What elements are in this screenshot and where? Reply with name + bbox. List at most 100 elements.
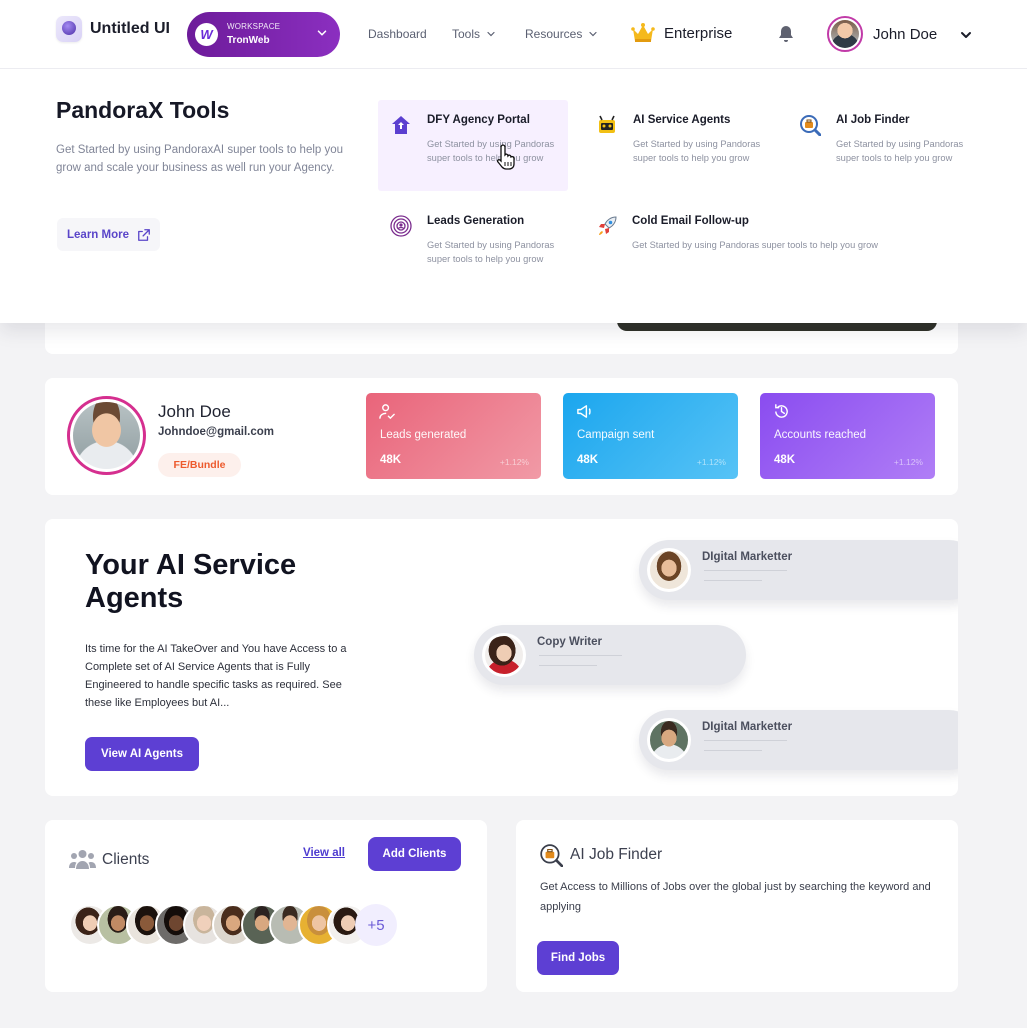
ai-agents-card: Your AI Service Agents Its time for the … xyxy=(45,519,958,796)
app-logo[interactable]: Untitled UI xyxy=(56,16,170,42)
stat-value: 48K xyxy=(577,454,599,466)
profile-name: John Doe xyxy=(158,402,231,421)
agent-avatar xyxy=(647,548,691,592)
agents-description: Its time for the AI TakeOver and You hav… xyxy=(85,643,347,709)
agent-name: DIgital Marketter xyxy=(702,551,793,563)
agent-name: DIgital Marketter xyxy=(702,721,793,733)
stat-label: Leads generated xyxy=(380,429,467,441)
stat-value: 48K xyxy=(774,454,796,466)
job-finder-description: Get Access to Millions of Jobs over the … xyxy=(540,881,931,913)
rocket-icon xyxy=(599,216,617,235)
tool-description: Get Started by using Pandoras super tool… xyxy=(427,240,555,264)
agent-avatar xyxy=(647,718,691,762)
stat-value: 48K xyxy=(380,454,402,466)
user-name: John Doe xyxy=(873,25,938,43)
chevron-down-icon[interactable] xyxy=(958,27,974,43)
workspace-caption: WORKSPACE xyxy=(227,22,281,31)
workspace-name: TronWeb xyxy=(227,35,270,46)
tool-title: AI Job Finder xyxy=(836,114,910,126)
chevron-down-icon xyxy=(487,31,495,37)
nav-tools-label: Tools xyxy=(452,27,481,41)
learn-more-label: Learn More xyxy=(67,228,129,241)
agent-placeholder-line xyxy=(704,750,762,751)
clients-card: Clients View all Add Clients +5 xyxy=(45,820,487,992)
tool-cold-email-follow-up[interactable]: Cold Email Follow-up Get Started by usin… xyxy=(584,201,904,261)
nav-dashboard-label: Dashboard xyxy=(368,27,427,41)
stat-leads-generated: Leads generated 48K +1.12% xyxy=(366,393,541,479)
find-jobs-button[interactable]: Find Jobs xyxy=(537,941,619,975)
mega-menu-title: PandoraX Tools xyxy=(56,97,230,123)
tool-leads-generation[interactable]: Leads Generation Get Started by using Pa… xyxy=(378,201,568,292)
agent-card-digital-marketer-2[interactable]: DIgital Marketter xyxy=(639,710,958,770)
mega-menu-description: Get Started by using PandoraxAI super to… xyxy=(56,144,344,174)
app-name: Untitled UI xyxy=(90,20,170,37)
user-menu[interactable]: John Doe xyxy=(827,16,937,52)
agent-placeholder-line xyxy=(704,580,762,581)
tool-ai-job-finder[interactable]: AI Job Finder Get Started by using Pando… xyxy=(787,100,987,191)
nav-resources-label: Resources xyxy=(525,27,583,41)
logo-mark-icon xyxy=(56,16,82,42)
stat-label: Accounts reached xyxy=(774,429,867,441)
chevron-down-icon xyxy=(589,31,597,37)
plan-badge: FE/Bundle xyxy=(158,453,241,477)
more-clients-count[interactable]: +5 xyxy=(355,904,397,946)
user-avatar xyxy=(827,16,863,52)
user-check-icon xyxy=(379,404,395,420)
profile-avatar xyxy=(67,396,146,475)
chevron-down-icon xyxy=(317,30,327,36)
house-icon xyxy=(392,116,410,134)
tool-description: Get Started by using Pandoras super tool… xyxy=(632,240,878,250)
tool-dfy-agency-portal[interactable]: DFY Agency Portal Get Started by using P… xyxy=(378,100,568,191)
tool-description: Get Started by using Pandoras super tool… xyxy=(427,139,555,163)
workspace-avatar: W xyxy=(195,23,218,46)
agent-placeholder-line xyxy=(704,740,787,741)
notification-bell-icon[interactable] xyxy=(776,24,796,44)
tool-ai-service-agents[interactable]: AI Service Agents Get Started by using P… xyxy=(584,100,774,191)
job-finder-title: AI Job Finder xyxy=(570,846,663,863)
clients-title: Clients xyxy=(102,851,150,868)
tool-title: Cold Email Follow-up xyxy=(632,215,749,227)
enterprise-label: Enterprise xyxy=(664,24,733,42)
users-group-icon xyxy=(69,850,96,869)
agent-placeholder-line xyxy=(704,570,787,571)
tool-title: Leads Generation xyxy=(427,215,525,227)
stat-delta: +1.12% xyxy=(893,457,923,467)
tool-description: Get Started by using Pandoras super tool… xyxy=(836,139,964,163)
tool-description: Get Started by using Pandoras super tool… xyxy=(633,139,761,163)
view-ai-agents-button[interactable]: View AI Agents xyxy=(85,737,199,771)
profile-stats-card: John Doe Johndoe@gmail.com FE/Bundle Lea… xyxy=(45,378,958,495)
tool-title: DFY Agency Portal xyxy=(427,114,530,126)
top-navigation-bar: Untitled UI W WORKSPACE TronWeb Dashboar… xyxy=(0,0,1027,69)
megaphone-icon xyxy=(577,405,591,418)
external-link-icon xyxy=(138,228,150,241)
agent-name: Copy Writer xyxy=(537,636,602,648)
job-search-icon xyxy=(540,844,563,867)
ai-job-finder-card: AI Job Finder Get Access to Millions of … xyxy=(516,820,958,992)
job-search-icon xyxy=(800,115,821,136)
stat-delta: +1.12% xyxy=(499,457,529,467)
view-all-link[interactable]: View all xyxy=(303,847,345,859)
add-clients-button[interactable]: Add Clients xyxy=(368,837,461,871)
agent-card-copy-writer[interactable]: Copy Writer xyxy=(474,625,746,685)
nav-dashboard[interactable]: Dashboard xyxy=(368,27,427,41)
tool-title: AI Service Agents xyxy=(633,114,731,126)
target-icon xyxy=(390,215,412,237)
stat-campaign-sent: Campaign sent 48K +1.12% xyxy=(563,393,738,479)
stat-label: Campaign sent xyxy=(577,429,655,441)
stat-delta: +1.12% xyxy=(696,457,726,467)
agent-card-digital-marketer[interactable]: DIgital Marketter xyxy=(639,540,958,600)
nav-resources[interactable]: Resources xyxy=(525,27,599,41)
agents-title: Your AI Service Agents xyxy=(85,549,297,614)
profile-email: Johndoe@gmail.com xyxy=(158,426,275,438)
hand-cursor-icon xyxy=(496,144,515,170)
history-icon xyxy=(775,404,788,418)
agent-placeholder-line xyxy=(539,665,597,666)
agent-avatar xyxy=(482,633,526,677)
agent-placeholder-line xyxy=(539,655,622,656)
nav-tools[interactable]: Tools xyxy=(452,27,497,41)
enterprise-link[interactable]: Enterprise xyxy=(631,22,732,44)
learn-more-button[interactable]: Learn More xyxy=(57,218,160,251)
workspace-switcher[interactable]: W WORKSPACE TronWeb xyxy=(187,12,340,57)
tools-mega-menu: PandoraX Tools Get Started by using Pand… xyxy=(0,69,1027,323)
crown-icon xyxy=(631,23,655,42)
